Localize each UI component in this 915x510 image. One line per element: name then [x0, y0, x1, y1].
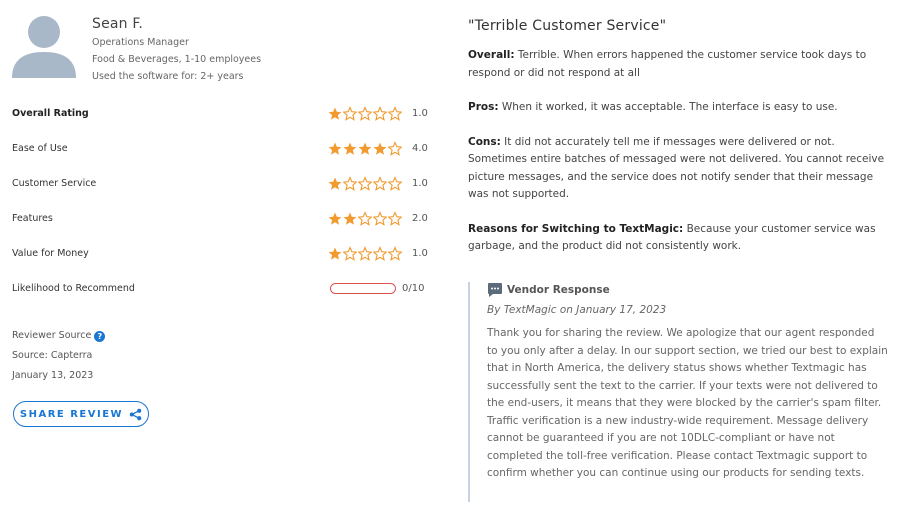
star-empty-icon: [343, 106, 357, 121]
rating-row-ease-of-use: Ease of Use 4.0: [12, 141, 432, 178]
recommend-label: Likelihood to Recommend: [12, 283, 135, 294]
avatar: [12, 16, 76, 78]
star-rating: [328, 141, 402, 156]
rating-label: Overall Rating: [12, 108, 89, 119]
recommend-score: 0/10: [402, 283, 425, 294]
recommend-bar: [330, 283, 396, 294]
star-empty-icon: [358, 211, 372, 226]
help-icon[interactable]: ?: [94, 331, 106, 342]
review-cons: Cons: It did not accurately tell me if m…: [468, 134, 888, 204]
star-rating: [328, 246, 402, 261]
reviewer-usage: Used the software for: 2+ years: [92, 71, 244, 82]
overall-text: Terrible. When errors happened the custo…: [468, 49, 867, 79]
star-filled-icon: [343, 212, 357, 225]
star-empty-icon: [388, 211, 402, 226]
star-empty-icon: [343, 246, 357, 261]
star-empty-icon: [388, 141, 402, 156]
review-switching: Reasons for Switching to TextMagic: Beca…: [468, 221, 888, 256]
star-empty-icon: [343, 176, 357, 191]
pros-text: When it worked, it was acceptable. The i…: [498, 101, 838, 113]
star-empty-icon: [358, 176, 372, 191]
star-rating: [328, 211, 402, 226]
rating-score: 4.0: [412, 143, 428, 154]
review-title: "Terrible Customer Service": [468, 18, 667, 34]
reviewer-role: Operations Manager: [92, 37, 189, 48]
cons-label: Cons:: [468, 135, 501, 148]
star-empty-icon: [358, 246, 372, 261]
reviewer-info: Sean F. Operations Manager Food & Bevera…: [92, 16, 261, 82]
vendor-response: Vendor Response By TextMagic on January …: [468, 282, 888, 502]
star-rating: [328, 106, 402, 121]
star-empty-icon: [373, 246, 387, 261]
vendor-heading: Vendor Response: [487, 282, 888, 298]
rating-score: 1.0: [412, 108, 428, 119]
star-filled-icon: [328, 247, 342, 260]
rating-row-overall: Overall Rating 1.0: [12, 106, 432, 143]
pros-label: Pros:: [468, 101, 499, 113]
rating-label: Ease of Use: [12, 143, 68, 154]
rating-row-features: Features 2.0: [12, 211, 432, 248]
star-filled-icon: [328, 142, 342, 155]
share-review-label: SHARE REVIEW: [19, 408, 124, 420]
star-filled-icon: [358, 142, 372, 155]
review-content: "Terrible Customer Service" Overall: Ter…: [468, 18, 888, 502]
rating-label: Value for Money: [12, 248, 89, 259]
star-empty-icon: [373, 106, 387, 121]
overall-label: Overall:: [468, 49, 515, 61]
rating-label: Features: [12, 213, 53, 224]
ratings-list: Overall Rating 1.0 Ease of Use 4.0 Custo…: [12, 106, 432, 318]
review-overall: Overall: Terrible. When errors happened …: [468, 47, 888, 82]
reviewer-company: Food & Beverages, 1-10 employees: [92, 54, 262, 65]
reviewer-name: Sean F.: [92, 16, 144, 32]
review-date: January 13, 2023: [12, 370, 94, 381]
vendor-byline: By TextMagic on January 17, 2023: [487, 304, 667, 316]
share-icon: [129, 408, 142, 420]
reviewer-source-label: Reviewer Source: [12, 330, 92, 341]
cons-text: It did not accurately tell me if message…: [468, 135, 885, 201]
star-empty-icon: [388, 246, 402, 261]
star-empty-icon: [358, 106, 372, 121]
star-filled-icon: [328, 212, 342, 225]
star-filled-icon: [373, 142, 387, 155]
rating-label: Customer Service: [12, 178, 97, 189]
rating-score: 2.0: [412, 213, 428, 224]
star-rating: [328, 176, 402, 191]
reviewer-source-row: Reviewer Source?: [12, 330, 106, 350]
star-empty-icon: [388, 106, 402, 121]
vendor-response-text: Thank you for sharing the review. We apo…: [487, 327, 888, 479]
rating-row-customer-service: Customer Service 1.0: [12, 176, 432, 213]
share-review-button[interactable]: SHARE REVIEW: [13, 401, 149, 427]
star-filled-icon: [328, 107, 342, 120]
review-pros: Pros: When it worked, it was acceptable.…: [468, 99, 888, 117]
star-empty-icon: [373, 176, 387, 191]
rating-row-value-for-money: Value for Money 1.0: [12, 246, 432, 283]
vendor-heading-label: Vendor Response: [507, 284, 610, 296]
star-filled-icon: [343, 142, 357, 155]
switching-label: Reasons for Switching to TextMagic:: [468, 222, 684, 235]
rating-score: 1.0: [412, 178, 428, 189]
rating-row-recommend: Likelihood to Recommend 0/10: [12, 283, 432, 318]
review-source: Reviewer Source? Source: Capterra Januar…: [12, 330, 106, 390]
source-text: Source: Capterra: [12, 350, 93, 361]
star-filled-icon: [328, 177, 342, 190]
rating-score: 1.0: [412, 248, 428, 259]
chat-bubble-icon: [488, 283, 502, 297]
star-empty-icon: [373, 211, 387, 226]
star-empty-icon: [388, 176, 402, 191]
